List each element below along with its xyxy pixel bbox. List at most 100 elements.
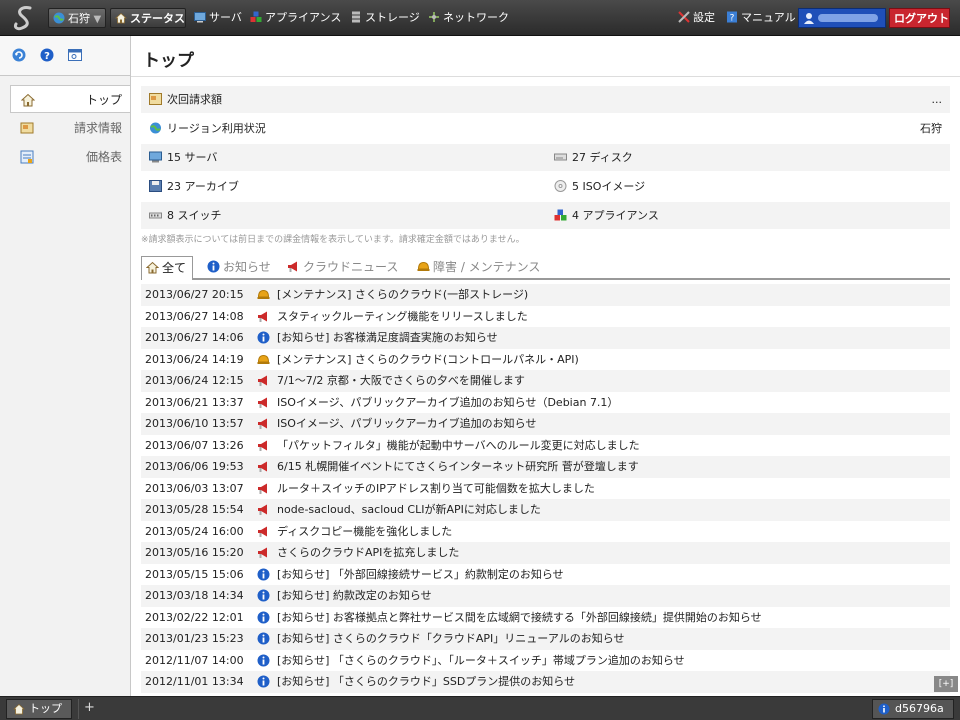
user-account[interactable] xyxy=(798,8,886,28)
news-title[interactable]: [お知らせ] お客様満足度調査実施のお知らせ xyxy=(277,327,498,348)
news-row[interactable]: 2013/06/27 14:06 [お知らせ] お客様満足度調査実施のお知らせ xyxy=(141,327,950,349)
price-list-icon xyxy=(20,150,34,164)
news-title[interactable]: ISOイメージ、パブリックアーカイブ追加のお知らせ（Debian 7.1） xyxy=(277,392,618,413)
news-title[interactable]: [お知らせ] 約款改定のお知らせ xyxy=(277,585,432,606)
news-row[interactable]: 2013/05/28 15:54 node-sacloud、sacloud CLI… xyxy=(141,499,950,521)
sidebar-item-top[interactable]: トップ xyxy=(10,85,130,113)
settings-label: 設定 xyxy=(693,11,715,24)
nav-storage[interactable]: ストレージ xyxy=(346,8,424,28)
sidebar-item-price-list[interactable]: 価格表 xyxy=(10,143,130,171)
version-badge[interactable]: d56796a xyxy=(872,699,954,719)
news-row[interactable]: 2013/06/07 13:26 「パケットフィルタ」機能が起動中サーバへのルール… xyxy=(141,435,950,457)
news-row[interactable]: 2013/06/24 12:15 7/1〜7/2 京都・大阪でさくらの夕べを開催し… xyxy=(141,370,950,392)
news-title[interactable]: ルータ＋スイッチのIPアドレス割り当て可能個数を拡大しました xyxy=(277,478,595,499)
news-date: 2013/02/22 12:01 xyxy=(145,610,244,624)
nav-appliance[interactable]: アプライアンス xyxy=(246,8,345,28)
nav-network[interactable]: ネットワーク xyxy=(424,8,513,28)
tab-all[interactable]: 全て xyxy=(141,256,194,280)
window-icon[interactable] xyxy=(68,48,82,62)
news-title[interactable]: [メンテナンス] さくらのクラウド(コントロールパネル・API) xyxy=(277,349,579,370)
house-icon xyxy=(21,93,35,107)
globe-icon xyxy=(150,122,161,134)
news-row[interactable]: 2013/05/16 15:20 さくらのクラウドAPIを拡充しました xyxy=(141,542,950,564)
sidebar-item-label: トップ xyxy=(85,93,122,107)
news-row[interactable]: 2013/06/24 14:19 [メンテナンス] さくらのクラウド(コントロール… xyxy=(141,349,950,371)
news-title[interactable]: [お知らせ] 「さくらのクラウド」、「ルータ＋スイッチ」帯域プラン追加のお知らせ xyxy=(277,650,685,671)
nav-appliance-label: アプライアンス xyxy=(265,11,342,24)
archive-icon xyxy=(149,180,162,192)
house-icon xyxy=(146,261,159,274)
page-title: トップ xyxy=(143,51,194,71)
manual-label: マニュアル xyxy=(741,11,796,24)
news-title[interactable]: ディスクコピー機能を強化しました xyxy=(277,521,452,542)
next-bill[interactable]: 次回請求額 xyxy=(149,86,449,113)
news-title[interactable]: [お知らせ] お客様拠点と弊社サービス間を広域網で接続する「外部回線接続」提供開… xyxy=(277,607,762,628)
news-title[interactable]: 「パケットフィルタ」機能が起動中サーバへのルール変更に対応しました xyxy=(277,435,640,456)
news-date: 2012/11/01 13:34 xyxy=(145,675,244,688)
news-title[interactable]: 6/15 札幌開催イベントにてさくらインターネット研究所 菅が登壇します xyxy=(277,456,639,477)
news-row[interactable]: 2013/06/27 20:15 [メンテナンス] さくらのクラウド(一部ストレー… xyxy=(141,284,950,306)
megaphone-icon xyxy=(258,375,267,386)
tab-notices[interactable]: お知らせ xyxy=(207,256,271,278)
news-title[interactable]: [お知らせ] 「さくらのクラウド」SSDプラン提供のお知らせ xyxy=(277,671,575,692)
news-row[interactable]: 2012/11/07 14:00 [お知らせ] 「さくらのクラウド」、「ルータ＋ス… xyxy=(141,650,950,672)
sakura-logo-icon[interactable] xyxy=(8,4,42,32)
add-tab-button[interactable]: + xyxy=(78,699,100,719)
settings-link[interactable]: 設定 xyxy=(674,8,719,28)
tab-cloud-news[interactable]: クラウドニュース xyxy=(287,256,398,278)
news-title[interactable]: [お知らせ] さくらのクラウド「クラウドAPI」リニューアルのお知らせ xyxy=(277,628,625,649)
servers-count[interactable]: 15 サーバ xyxy=(149,144,449,171)
nav-status[interactable]: ステータス xyxy=(110,8,186,28)
hardhat-icon xyxy=(417,261,430,271)
megaphone-icon xyxy=(258,397,267,408)
news-row[interactable]: 2013/05/24 16:00 ディスクコピー機能を強化しました xyxy=(141,521,950,543)
news-row[interactable]: 2013/06/10 13:57 ISOイメージ、パブリックアーカイブ追加のお知ら… xyxy=(141,413,950,435)
disks-count-label: 27 ディスク xyxy=(572,151,633,164)
summary-row-resources-3: 8 スイッチ 4 アプライアンス xyxy=(141,202,950,229)
sidebar-item-invoice[interactable]: 請求情報 xyxy=(10,114,130,142)
info-icon xyxy=(257,675,270,688)
news-row[interactable]: 2013/01/23 15:23 [お知らせ] さくらのクラウド「クラウドAPI」… xyxy=(141,628,950,650)
bottom-tab-top[interactable]: トップ xyxy=(6,699,72,719)
switches-count[interactable]: 8 スイッチ xyxy=(149,202,449,229)
disks-count[interactable]: 27 ディスク xyxy=(554,144,854,171)
news-title[interactable]: node-sacloud、sacloud CLIが新APIに対応しました xyxy=(277,499,541,520)
news-title[interactable]: [お知らせ] 「外部回線接続サービス」約款制定のお知らせ xyxy=(277,564,564,585)
appliances-count[interactable]: 4 アプライアンス xyxy=(554,202,854,229)
megaphone-icon xyxy=(258,547,267,558)
news-row[interactable]: 2013/06/03 13:07 ルータ＋スイッチのIPアドレス割り当て可能個数を… xyxy=(141,478,950,500)
logout-button[interactable]: ログアウト xyxy=(889,8,950,28)
iso-count[interactable]: 5 ISOイメージ xyxy=(554,173,854,200)
news-date: 2013/05/15 15:06 xyxy=(145,567,244,581)
news-title[interactable]: [メンテナンス] さくらのクラウド(一部ストレージ) xyxy=(277,284,528,305)
refresh-icon[interactable] xyxy=(12,48,26,62)
news-row[interactable]: 2013/02/22 12:01 [お知らせ] お客様拠点と弊社サービス間を広域網… xyxy=(141,607,950,629)
sidebar-item-label: 請求情報 xyxy=(73,121,122,135)
user-icon xyxy=(804,13,814,24)
news-title[interactable]: さくらのクラウドAPIを拡充しました xyxy=(277,542,459,563)
nav-server[interactable]: サーバ xyxy=(190,8,246,28)
manual-link[interactable]: ? マニュアル xyxy=(722,8,800,28)
expand-button[interactable]: [+] xyxy=(934,676,958,692)
news-row[interactable]: 2013/03/18 14:34 [お知らせ] 約款改定のお知らせ xyxy=(141,585,950,607)
news-title[interactable]: スタティックルーティング機能をリリースしました xyxy=(277,306,528,327)
news-title[interactable]: 7/1〜7/2 京都・大阪でさくらの夕べを開催します xyxy=(277,370,525,391)
news-row[interactable]: 2013/06/27 14:08 スタティックルーティング機能をリリースしました xyxy=(141,306,950,328)
news-title[interactable]: ISOイメージ、パブリックアーカイブ追加のお知らせ xyxy=(277,413,536,434)
switch-icon xyxy=(149,212,162,219)
news-date: 2013/06/07 13:26 xyxy=(145,438,244,452)
megaphone-icon xyxy=(258,440,267,451)
left-panel: ? トップ 請求情報 価格表 xyxy=(0,36,131,696)
news-row[interactable]: 2012/11/01 13:34 [お知らせ] 「さくらのクラウド」SSDプラン提… xyxy=(141,671,950,693)
main-content: トップ 次回請求額 ... リージョン利用状況 石狩 15 サーバ 27 ディス… xyxy=(131,36,960,696)
news-row[interactable]: 2013/05/15 15:06 [お知らせ] 「外部回線接続サービス」約款制定の… xyxy=(141,564,950,586)
news-row[interactable]: 2013/06/06 19:53 6/15 札幌開催イベントにてさくらインターネッ… xyxy=(141,456,950,478)
tab-maintenance[interactable]: 障害 / メンテナンス xyxy=(417,256,540,278)
region-selector[interactable]: 石狩 ▼ xyxy=(48,8,106,28)
next-bill-label: 次回請求額 xyxy=(167,93,222,106)
news-row[interactable]: 2013/06/21 13:37 ISOイメージ、パブリックアーカイブ追加のお知ら… xyxy=(141,392,950,414)
invoice-icon xyxy=(149,93,162,105)
archives-count[interactable]: 23 アーカイブ xyxy=(149,173,449,200)
summary-row-bill: 次回請求額 ... xyxy=(141,86,950,113)
help-icon[interactable]: ? xyxy=(40,48,54,62)
